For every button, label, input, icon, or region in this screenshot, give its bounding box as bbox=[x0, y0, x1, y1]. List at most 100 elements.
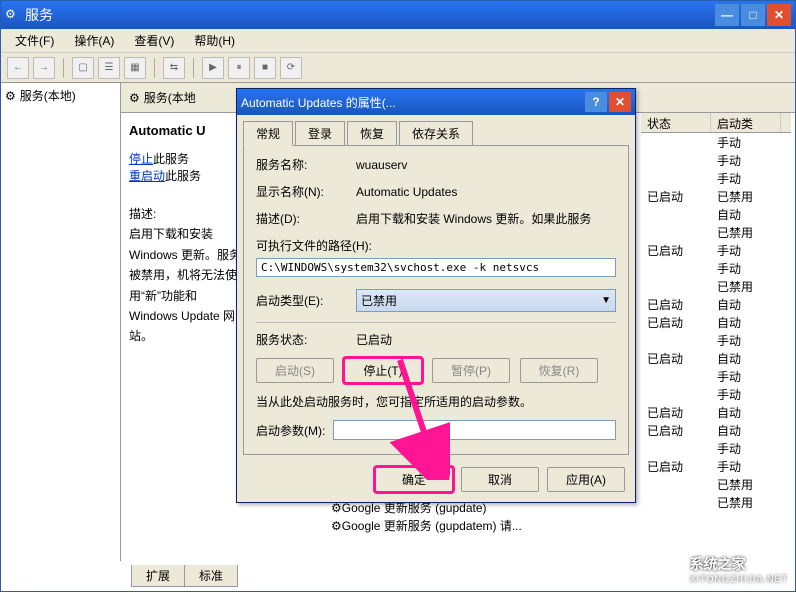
label-service-status: 服务状态: bbox=[256, 331, 356, 348]
restart-service-line: 重启动此服务 bbox=[129, 167, 243, 184]
dialog-panel: 服务名称: wuauserv 显示名称(N): Automatic Update… bbox=[243, 145, 629, 455]
start-button[interactable]: 启动(S) bbox=[256, 358, 334, 383]
list-row[interactable]: 已启动自动 bbox=[641, 313, 791, 331]
list-row[interactable]: 已启动手动 bbox=[641, 457, 791, 475]
bottom-tabs: 扩展 标准 bbox=[131, 565, 237, 587]
toolbar-back[interactable]: ← bbox=[7, 57, 29, 79]
pause-button[interactable]: 暂停(P) bbox=[432, 358, 510, 383]
list-rows: 手动手动手动已启动已禁用自动已禁用已启动手动手动已禁用已启动自动已启动自动手动已… bbox=[641, 133, 791, 511]
toolbar-forward[interactable]: → bbox=[33, 57, 55, 79]
col-status[interactable]: 状态 bbox=[641, 113, 711, 132]
list-row[interactable]: 已禁用 bbox=[641, 223, 791, 241]
services-icon: ⚙ bbox=[5, 7, 21, 23]
cancel-button[interactable]: 取消 bbox=[461, 467, 539, 492]
watermark-en: XITONGZHIJIA.NET bbox=[690, 574, 788, 584]
list-row[interactable]: 手动 bbox=[641, 151, 791, 169]
stop-link[interactable]: 停止 bbox=[129, 152, 153, 166]
list-row[interactable]: 手动 bbox=[641, 133, 791, 151]
label-display-name: 显示名称(N): bbox=[256, 183, 356, 200]
resume-button[interactable]: 恢复(R) bbox=[520, 358, 598, 383]
stop-service-line: 停止此服务 bbox=[129, 150, 243, 167]
value-service-status: 已启动 bbox=[356, 331, 616, 348]
list-row[interactable]: 自动 bbox=[641, 205, 791, 223]
list-row[interactable]: 已启动手动 bbox=[641, 241, 791, 259]
list-row[interactable]: 已启动自动 bbox=[641, 295, 791, 313]
list-row[interactable]: 已启动自动 bbox=[641, 403, 791, 421]
toolbar-restart[interactable]: ⟳ bbox=[280, 57, 302, 79]
help-button[interactable]: ? bbox=[585, 92, 607, 112]
toolbar-up[interactable]: ▢ bbox=[72, 57, 94, 79]
chevron-down-icon: ▼ bbox=[601, 295, 611, 306]
watermark-cn: 系统之家 bbox=[690, 554, 788, 574]
list-row[interactable]: ⚙Google 更新服务 (gupdatem) 请... bbox=[331, 517, 522, 535]
tab-standard[interactable]: 标准 bbox=[184, 565, 238, 587]
exe-path-box[interactable]: C:\WINDOWS\system32\svchost.exe -k netsv… bbox=[256, 258, 616, 277]
label-service-name: 服务名称: bbox=[256, 156, 356, 173]
separator bbox=[63, 58, 64, 78]
toolbar-pause[interactable]: ⏸ bbox=[228, 57, 250, 79]
list-row[interactable]: 已启动自动 bbox=[641, 421, 791, 439]
label-startup-type: 启动类型(E): bbox=[256, 292, 356, 309]
toolbar-refresh[interactable]: ▦ bbox=[124, 57, 146, 79]
dialog-titlebar[interactable]: Automatic Updates 的属性(... ? ✕ bbox=[237, 89, 635, 115]
visible-bottom-rows: ⚙Google 更新服务 (gupdate) ⚙Google 更新服务 (gup… bbox=[331, 499, 522, 535]
toolbar-stop[interactable]: ■ bbox=[254, 57, 276, 79]
list-row[interactable]: 手动 bbox=[641, 385, 791, 403]
dialog-close-button[interactable]: ✕ bbox=[609, 92, 631, 112]
col-startup[interactable]: 启动类 bbox=[711, 113, 781, 132]
list-row[interactable]: 手动 bbox=[641, 169, 791, 187]
list-row[interactable]: 手动 bbox=[641, 331, 791, 349]
tab-recovery[interactable]: 恢复 bbox=[347, 121, 397, 145]
gear-icon: ⚙ bbox=[5, 89, 16, 103]
list-row[interactable]: 已启动已禁用 bbox=[641, 187, 791, 205]
tab-extended[interactable]: 扩展 bbox=[131, 565, 185, 587]
start-params-row: 启动参数(M): bbox=[256, 420, 616, 440]
menu-file[interactable]: 文件(F) bbox=[5, 30, 64, 51]
service-info-panel: Automatic U 停止此服务 重启动此服务 描述: 启用下载和安装 Win… bbox=[121, 113, 251, 561]
menu-action[interactable]: 操作(A) bbox=[64, 30, 124, 51]
ok-button[interactable]: 确定 bbox=[375, 467, 453, 492]
dialog-tabs: 常规 登录 恢复 依存关系 bbox=[243, 121, 629, 145]
dialog-buttons: 确定 取消 应用(A) bbox=[237, 461, 635, 502]
close-button[interactable]: ✕ bbox=[767, 4, 791, 26]
toolbar-play[interactable]: ▶ bbox=[202, 57, 224, 79]
restart-link[interactable]: 重启动 bbox=[129, 169, 165, 183]
list-row[interactable]: 手动 bbox=[641, 439, 791, 457]
value-description: 启用下载和安装 Windows 更新。如果此服务 bbox=[356, 210, 616, 227]
service-description: 描述: 启用下载和安装 Windows 更新。服务被禁用，机将无法使用“新”功能… bbox=[129, 204, 243, 347]
list-row[interactable]: 已禁用 bbox=[641, 493, 791, 511]
window-title: 服务 bbox=[25, 5, 713, 25]
maximize-button[interactable]: □ bbox=[741, 4, 765, 26]
list-row[interactable]: 已禁用 bbox=[641, 277, 791, 295]
value-service-name: wuauserv bbox=[356, 158, 616, 172]
tree-root[interactable]: ⚙ 服务(本地) bbox=[5, 87, 116, 104]
toolbar-props[interactable]: ☰ bbox=[98, 57, 120, 79]
list-row[interactable]: 已启动自动 bbox=[641, 349, 791, 367]
tab-logon[interactable]: 登录 bbox=[295, 121, 345, 145]
menu-help[interactable]: 帮助(H) bbox=[184, 30, 245, 51]
start-params-input bbox=[333, 420, 616, 440]
watermark: 系统之家 XITONGZHIJIA.NET bbox=[652, 554, 788, 584]
service-control-buttons: 启动(S) 停止(T) 暂停(P) 恢复(R) bbox=[256, 358, 616, 383]
separator bbox=[154, 58, 155, 78]
list-row[interactable]: 手动 bbox=[641, 367, 791, 385]
separator bbox=[193, 58, 194, 78]
tab-dependencies[interactable]: 依存关系 bbox=[399, 121, 473, 145]
label-start-params: 启动参数(M): bbox=[256, 422, 325, 439]
menubar: 文件(F) 操作(A) 查看(V) 帮助(H) bbox=[1, 29, 795, 53]
tab-general[interactable]: 常规 bbox=[243, 121, 293, 146]
startup-type-select[interactable]: 已禁用 ▼ bbox=[356, 289, 616, 312]
detail-header-text: 服务(本地 bbox=[144, 89, 196, 106]
value-display-name: Automatic Updates bbox=[356, 185, 616, 199]
list-row[interactable]: 已禁用 bbox=[641, 475, 791, 493]
apply-button[interactable]: 应用(A) bbox=[547, 467, 625, 492]
menu-view[interactable]: 查看(V) bbox=[124, 30, 184, 51]
stop-button[interactable]: 停止(T) bbox=[344, 358, 422, 383]
minimize-button[interactable]: — bbox=[715, 4, 739, 26]
toolbar-export[interactable]: ⇆ bbox=[163, 57, 185, 79]
list-row[interactable]: 手动 bbox=[641, 259, 791, 277]
tree-pane: ⚙ 服务(本地) bbox=[1, 83, 121, 561]
list-right-cols: 状态 启动类 手动手动手动已启动已禁用自动已禁用已启动手动手动已禁用已启动自动已… bbox=[641, 113, 791, 511]
main-titlebar: ⚙ 服务 — □ ✕ bbox=[1, 1, 795, 29]
tree-root-label: 服务(本地) bbox=[20, 87, 76, 104]
